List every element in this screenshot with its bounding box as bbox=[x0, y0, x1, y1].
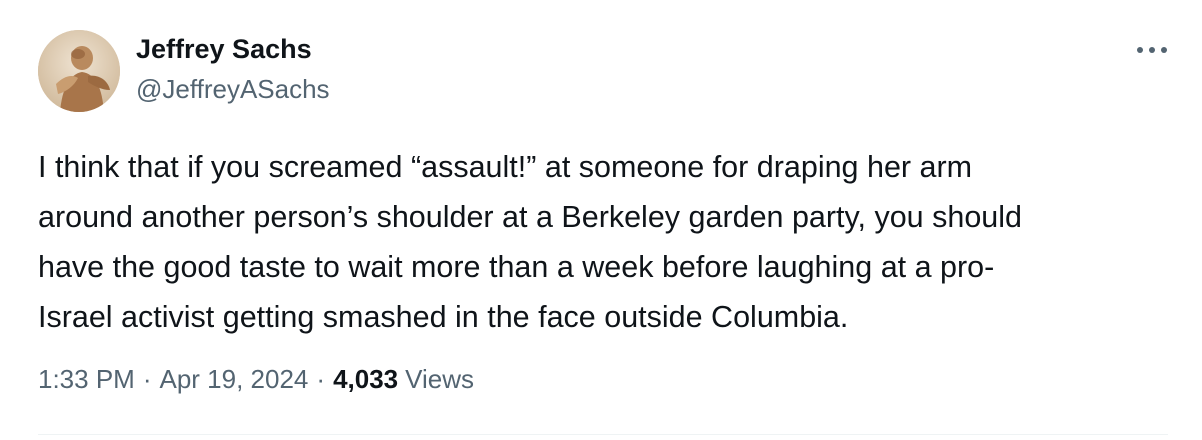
tweet-time[interactable]: 1:33 PM bbox=[38, 364, 135, 395]
divider bbox=[38, 434, 1168, 435]
tweet-metadata: 1:33 PM · Apr 19, 2024 · 4,033 Views bbox=[38, 364, 474, 395]
avatar-image bbox=[38, 30, 120, 112]
views-count: 4,033 bbox=[333, 364, 399, 394]
author-name[interactable]: Jeffrey Sachs bbox=[136, 34, 312, 65]
separator: · bbox=[142, 364, 152, 394]
tweet-date[interactable]: Apr 19, 2024 bbox=[160, 364, 309, 395]
more-options-button[interactable] bbox=[1132, 38, 1172, 62]
views-label: Views bbox=[405, 364, 475, 394]
avatar[interactable] bbox=[38, 30, 120, 112]
tweet-card: Jeffrey Sachs @JeffreyASachs I think tha… bbox=[0, 0, 1202, 440]
tweet-text: I think that if you screamed “assault!” … bbox=[38, 150, 1022, 334]
separator: · bbox=[316, 364, 326, 394]
more-horizontal-icon bbox=[1137, 47, 1167, 53]
author-handle[interactable]: @JeffreyASachs bbox=[136, 74, 330, 105]
